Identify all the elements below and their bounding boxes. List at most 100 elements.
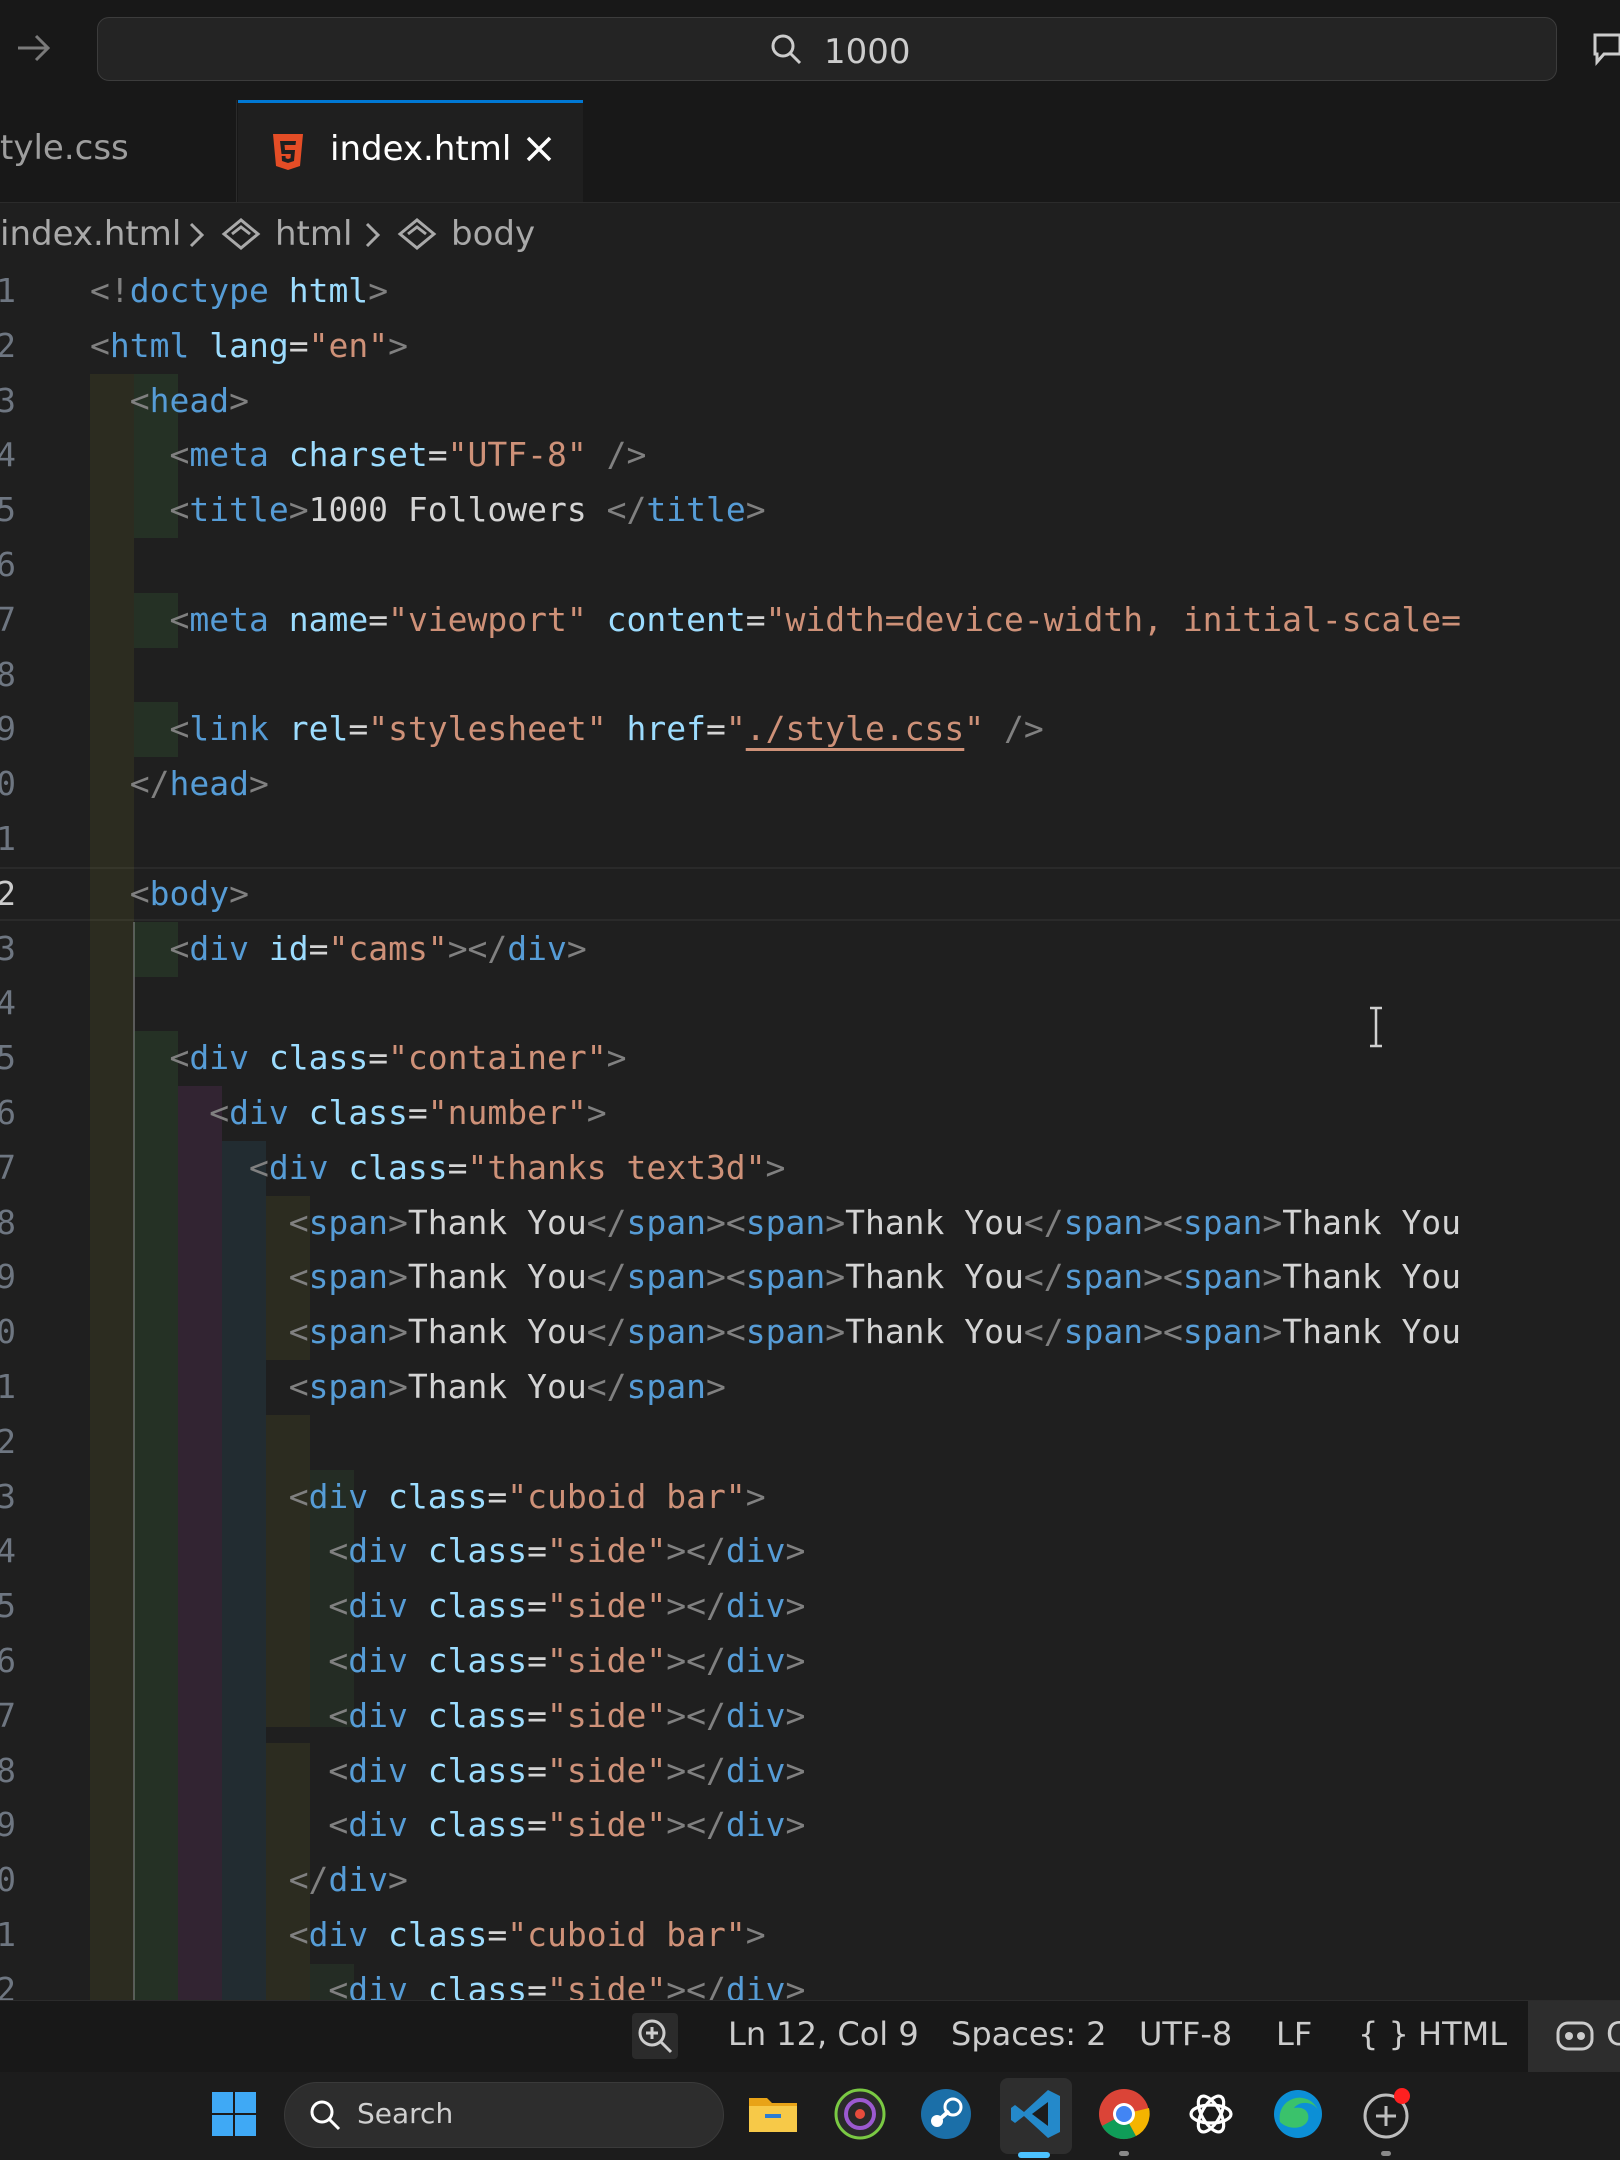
line-number: 0 <box>0 764 16 803</box>
code-line: <meta name="viewport" content="width=dev… <box>169 600 1461 639</box>
line-number: 3 <box>0 1477 16 1516</box>
breadcrumb: index.html html body <box>0 206 1620 264</box>
code-line: <html lang="en"> <box>90 326 408 365</box>
cursor-position[interactable]: Ln 12, Col 9 <box>728 2015 919 2053</box>
editor-tab-bar: tyle.css index.html <box>0 100 1620 203</box>
code-line: <link rel="stylesheet" href="./style.css… <box>169 709 1044 748</box>
code-editor[interactable]: 1 2 3 4 5 6 7 8 9 0 1 2 3 4 5 6 7 8 9 0 1 2 3 4 5 6 7 8 9 0 1 2 <!docty… <box>0 264 1620 2000</box>
text-cursor-icon <box>1370 1006 1382 1048</box>
running-indicator <box>1381 2151 1391 2156</box>
tab-style-css[interactable]: tyle.css <box>0 100 237 202</box>
code-line: <div class="side"></div> <box>328 1531 806 1570</box>
line-number: 1 <box>0 1915 16 1954</box>
code-line: <div class="cuboid bar"> <box>288 1915 766 1954</box>
tab-label: tyle.css <box>0 128 129 168</box>
code-line: <div class="side"></div> <box>328 1586 806 1625</box>
code-line: </div> <box>288 1860 408 1899</box>
copilot-label: C <box>1606 2015 1620 2053</box>
code-line: <meta charset="UTF-8" /> <box>169 435 647 474</box>
arrow-right-icon[interactable] <box>14 26 54 70</box>
vscode-icon[interactable] <box>1008 2086 1064 2142</box>
line-number: 9 <box>0 1805 16 1844</box>
line-number: 9 <box>0 1257 16 1296</box>
line-number: 5 <box>0 1586 16 1625</box>
command-center-text: 1000 <box>824 32 911 72</box>
line-number: 4 <box>0 435 16 474</box>
code-line: <div class="side"></div> <box>328 1970 806 2000</box>
line-number: 7 <box>0 600 16 639</box>
line-number: 2 <box>0 1970 16 2000</box>
steam-icon[interactable] <box>918 2086 974 2142</box>
search-label: Search <box>357 2097 454 2130</box>
app-icon[interactable] <box>1358 2086 1414 2142</box>
breadcrumb-file[interactable]: index.html <box>0 214 181 254</box>
indentation-setting[interactable]: Spaces: 2 <box>951 2015 1107 2053</box>
line-number-gutter: 1 2 3 4 5 6 7 8 9 0 1 2 3 4 5 6 7 8 9 0 1 2 3 4 5 6 7 8 9 0 1 2 <box>0 264 30 2000</box>
edge-icon[interactable] <box>1270 2086 1326 2142</box>
line-number: 8 <box>0 1751 16 1790</box>
code-line: <title>1000 Followers </title> <box>169 490 766 529</box>
line-number: 3 <box>0 929 16 968</box>
windows-start-icon[interactable] <box>210 2090 258 2138</box>
code-line: <span>Thank You</span><span>Thank You</s… <box>288 1257 1462 1296</box>
taskbar: Search <box>0 2072 1620 2160</box>
breadcrumb-node-html[interactable]: html <box>275 214 352 254</box>
code-line: <body> <box>129 874 249 913</box>
copilot-icon <box>1556 2021 1594 2051</box>
line-number: 0 <box>0 1312 16 1351</box>
taskbar-search-box[interactable]: Search <box>284 2082 724 2148</box>
code-line: <div class="side"></div> <box>328 1641 806 1680</box>
running-indicator <box>1119 2151 1129 2156</box>
breadcrumb-node-body[interactable]: body <box>451 214 535 254</box>
symbol-element-icon <box>221 218 261 250</box>
line-number: 7 <box>0 1148 16 1187</box>
code-line: <div class="side"></div> <box>328 1751 806 1790</box>
line-number: 4 <box>0 983 16 1022</box>
file-explorer-icon[interactable] <box>745 2086 801 2142</box>
chatgpt-icon[interactable] <box>1183 2086 1239 2142</box>
line-number: 2 <box>0 326 16 365</box>
code-line: <span>Thank You</span> <box>288 1367 726 1406</box>
language-mode[interactable]: HTML <box>1418 2015 1507 2053</box>
running-indicator <box>1018 2152 1050 2158</box>
code-line: <div class="cuboid bar"> <box>288 1477 766 1516</box>
line-number: 8 <box>0 655 16 694</box>
line-number: 6 <box>0 1093 16 1132</box>
line-number: 4 <box>0 1531 16 1570</box>
line-number: 7 <box>0 1696 16 1735</box>
end-of-line-setting[interactable]: LF <box>1276 2015 1312 2053</box>
chrome-icon[interactable] <box>1096 2086 1152 2142</box>
code-line: <div class="side"></div> <box>328 1805 806 1844</box>
line-number: 3 <box>0 381 16 420</box>
tab-index-html[interactable]: index.html <box>238 100 583 202</box>
code-line: <div class="side"></div> <box>328 1696 806 1735</box>
title-bar: 1000 <box>0 0 1620 100</box>
code-line: <head> <box>129 381 249 420</box>
symbol-element-icon <box>397 218 437 250</box>
search-icon <box>771 34 802 65</box>
chevron-right-icon <box>365 222 381 248</box>
search-icon <box>310 2100 341 2131</box>
status-bar: Ln 12, Col 9 Spaces: 2 UTF-8 LF { } HTML… <box>0 2000 1620 2073</box>
encoding-setting[interactable]: UTF-8 <box>1139 2015 1232 2053</box>
command-center-search[interactable]: 1000 <box>97 17 1557 81</box>
zoom-in-icon[interactable] <box>632 2013 678 2059</box>
code-line: </head> <box>129 764 269 803</box>
code-line: <div class="number"> <box>209 1093 607 1132</box>
line-number: 0 <box>0 1860 16 1899</box>
tab-label: index.html <box>330 129 512 169</box>
line-number: 1 <box>0 271 16 310</box>
code-line: <span>Thank You</span><span>Thank You</s… <box>288 1312 1462 1351</box>
code-line: <span>Thank You</span><span>Thank You</s… <box>288 1203 1462 1242</box>
code-line: <div id="cams"></div> <box>169 929 587 968</box>
line-number: 5 <box>0 490 16 529</box>
line-number: 6 <box>0 1641 16 1680</box>
close-icon[interactable] <box>521 131 557 167</box>
chat-icon[interactable] <box>1592 32 1620 66</box>
chevron-right-icon <box>189 222 205 248</box>
line-number: 2 <box>0 1422 16 1461</box>
line-number: 6 <box>0 545 16 584</box>
obs-icon[interactable] <box>832 2086 888 2142</box>
language-braces-icon[interactable]: { } <box>1358 2015 1409 2053</box>
line-number: 2 <box>0 874 16 913</box>
